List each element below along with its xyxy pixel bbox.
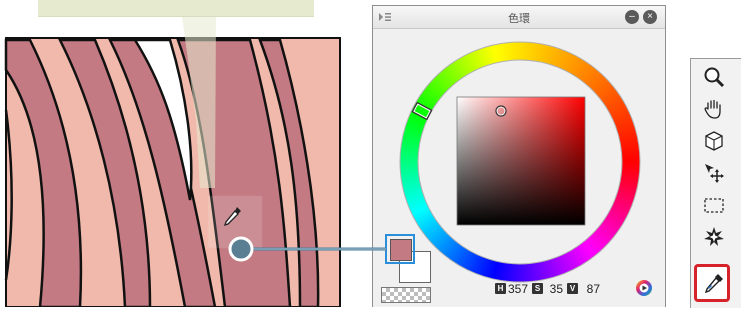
hsv-readout: H 357 S 35 V 87 xyxy=(495,281,604,296)
canvas-artwork xyxy=(0,0,360,309)
saturation-label: S xyxy=(532,283,544,295)
magic-wand-icon xyxy=(704,227,724,246)
color-mode-toggle-icon[interactable] xyxy=(635,279,653,297)
hue-label: H xyxy=(495,283,506,295)
close-button[interactable]: × xyxy=(643,10,657,24)
callout-bubble xyxy=(38,0,314,17)
hand-icon xyxy=(704,99,721,119)
main-color-swatch[interactable] xyxy=(385,234,415,264)
hue-ring[interactable] xyxy=(399,41,641,283)
auto-select-tool-button[interactable] xyxy=(699,223,729,251)
value-value[interactable]: 87 xyxy=(580,282,600,296)
move-tool-button[interactable] xyxy=(699,95,729,123)
selection-tool-button[interactable] xyxy=(699,191,729,219)
color-circle-panel: 色環 – × H 357 S 35 V 87 xyxy=(372,5,666,307)
panel-titlebar[interactable]: 色環 – × xyxy=(373,6,665,29)
move-arrows-icon xyxy=(705,164,724,183)
eyedropper-icon xyxy=(704,274,723,294)
drawing-canvas[interactable] xyxy=(0,0,360,309)
layer-move-tool-button[interactable] xyxy=(699,159,729,187)
minimize-button[interactable]: – xyxy=(625,10,639,24)
main-color-fill xyxy=(390,239,412,261)
transparent-color-swatch[interactable] xyxy=(381,287,431,303)
dashed-rectangle-icon xyxy=(704,198,724,213)
magnifier-icon xyxy=(704,67,725,88)
panel-title: 色環 xyxy=(508,13,530,25)
value-label: V xyxy=(567,283,579,295)
hue-value[interactable]: 357 xyxy=(508,282,528,296)
tool-palette xyxy=(690,58,741,308)
operation-tool-button[interactable] xyxy=(699,127,729,155)
saturation-value[interactable]: 35 xyxy=(545,282,563,296)
object-cube-icon xyxy=(705,131,723,151)
eyedropper-tool-button[interactable] xyxy=(699,269,729,297)
zoom-tool-button[interactable] xyxy=(699,63,729,91)
